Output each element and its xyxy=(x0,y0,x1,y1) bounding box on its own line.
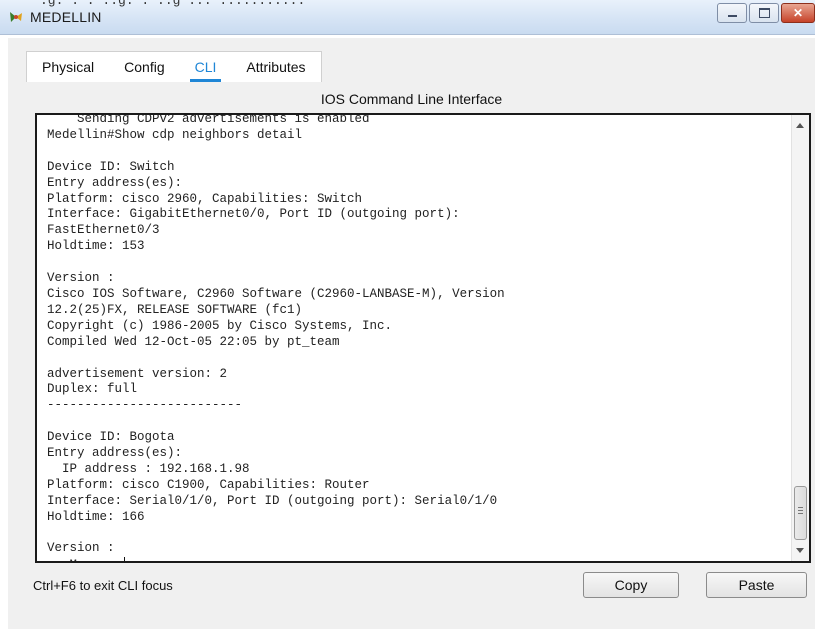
minimize-icon xyxy=(727,15,737,17)
paste-button[interactable]: Paste xyxy=(706,572,807,598)
cli-heading: IOS Command Line Interface xyxy=(320,91,503,107)
cli-line: Duplex: full xyxy=(47,382,138,397)
tab-config[interactable]: Config xyxy=(109,52,179,82)
cli-line: advertisement version: 2 xyxy=(47,366,228,381)
cli-line: Holdtime: 153 xyxy=(47,239,145,254)
scrollbar-thumb[interactable] xyxy=(794,486,807,540)
maximize-button[interactable] xyxy=(749,3,779,23)
cli-line: Sending CDPv2 advertisements is enabled xyxy=(47,113,370,126)
cli-line: Version : xyxy=(47,541,115,556)
scroll-down-icon[interactable] xyxy=(796,548,804,553)
cli-line: Version : xyxy=(47,271,115,286)
window-controls: ✕ xyxy=(715,3,815,25)
cli-line: 12.2(25)FX, RELEASE SOFTWARE (fc1) xyxy=(47,302,303,317)
tab-cli[interactable]: CLI xyxy=(180,52,232,82)
cli-line: -------------------------- xyxy=(47,398,243,413)
cli-focus-hint: Ctrl+F6 to exit CLI focus xyxy=(33,578,173,593)
window-title: MEDELLIN xyxy=(30,9,102,25)
cli-line: Interface: GigabitEthernet0/0, Port ID (… xyxy=(47,207,460,222)
cli-line: --More-- xyxy=(47,558,122,561)
cli-line: Copyright (c) 1986-2005 by Cisco Systems… xyxy=(47,318,393,333)
cli-line: IP address : 192.168.1.98 xyxy=(47,461,250,476)
cli-line: Medellin#Show cdp neighbors detail xyxy=(47,127,303,142)
copy-button[interactable]: Copy xyxy=(583,572,679,598)
minimize-button[interactable] xyxy=(717,3,747,23)
cli-terminal[interactable]: Sending CDPv2 advertisements is enabled … xyxy=(35,113,811,563)
cli-line: Platform: cisco 2960, Capabilities: Swit… xyxy=(47,191,363,206)
tab-physical[interactable]: Physical xyxy=(27,52,109,82)
cli-scrollbar[interactable] xyxy=(791,115,809,561)
maximize-icon xyxy=(758,8,770,18)
tab-bar: Physical Config CLI Attributes xyxy=(26,51,322,82)
cli-line: FastEthernet0/3 xyxy=(47,223,160,238)
cli-line: Entry address(es): xyxy=(47,446,183,461)
cli-line: Cisco IOS Software, C2960 Software (C296… xyxy=(47,286,505,301)
cli-output: Sending CDPv2 advertisements is enabled … xyxy=(47,113,783,561)
scroll-up-icon[interactable] xyxy=(796,123,804,128)
cli-line: Holdtime: 166 xyxy=(47,509,145,524)
packet-tracer-icon xyxy=(10,12,22,22)
cropped-caption: .g. . . ..g. . ..g ... ........... xyxy=(40,0,306,8)
cli-line: Compiled Wed 12-Oct-05 22:05 by pt_team xyxy=(47,334,340,349)
close-button[interactable]: ✕ xyxy=(781,3,815,23)
cli-line: Device ID: Bogota xyxy=(47,430,175,445)
tab-attributes[interactable]: Attributes xyxy=(231,52,320,82)
cli-line: Platform: cisco C1900, Capabilities: Rou… xyxy=(47,477,370,492)
device-panel: Physical Config CLI Attributes IOS Command … xyxy=(8,38,815,629)
grip-icon xyxy=(798,507,803,516)
text-cursor xyxy=(124,557,126,561)
cli-line: Entry address(es): xyxy=(47,175,183,190)
title-bar: .g. . . ..g. . ..g ... ........... MEDEL… xyxy=(0,0,815,35)
cli-line: Device ID: Switch xyxy=(47,159,175,174)
close-icon: ✕ xyxy=(792,6,804,20)
cli-line: Interface: Serial0/1/0, Port ID (outgoin… xyxy=(47,493,498,508)
